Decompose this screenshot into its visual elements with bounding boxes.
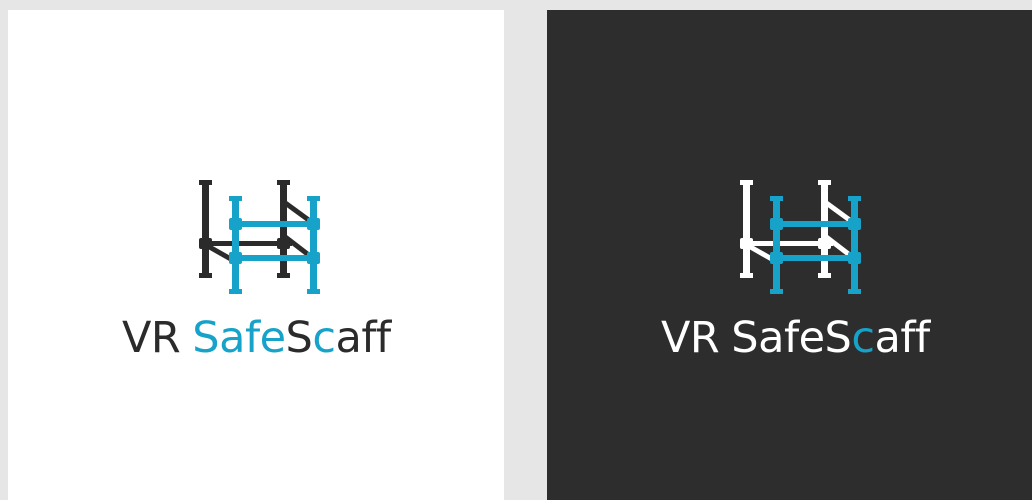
wordmark-s: S — [285, 313, 313, 363]
brand-wordmark: VR SafeScaff — [661, 307, 946, 369]
scaffold-logo-icon — [740, 180, 861, 294]
light-logo-panel: VR SafeScaff — [8, 10, 504, 500]
wordmark-c: c — [312, 313, 336, 363]
wordmark-vr: VR — [122, 313, 181, 363]
scaffold-logo-icon — [199, 180, 320, 294]
brand-wordmark: VR SafeScaff — [122, 307, 407, 369]
wordmark-safe: Safe — [731, 313, 825, 363]
dark-logo-panel: VR SafeScaff — [547, 10, 1032, 500]
wordmark-vr: VR — [661, 313, 720, 363]
logo-presentation: VR SafeScaff VR SafeScaff — [0, 0, 1032, 500]
wordmark-aff: aff — [335, 313, 392, 363]
wordmark-aff: aff — [874, 313, 931, 363]
wordmark-c: c — [851, 313, 875, 363]
wordmark-safe: Safe — [192, 313, 286, 363]
wordmark-s: S — [824, 313, 852, 363]
